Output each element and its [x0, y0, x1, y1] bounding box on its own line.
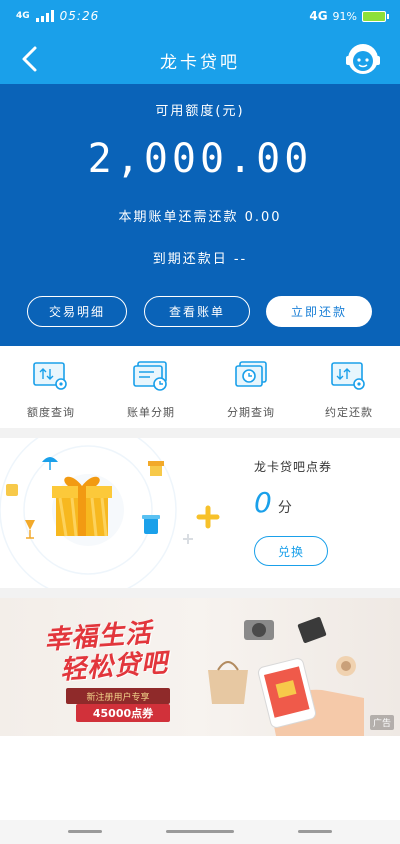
- coupon-title: 龙卡贷吧点券: [254, 460, 333, 474]
- quick-menu-label: 约定还款: [325, 406, 373, 419]
- battery-icon: [362, 10, 389, 22]
- status-bar: 4G 05:26 4G 91%: [0, 0, 400, 34]
- quick-menu-label: 分期查询: [227, 406, 275, 419]
- repay-now-button[interactable]: 立即还款: [266, 296, 372, 327]
- status-left: 4G 05:26: [16, 9, 99, 23]
- system-nav-bar: [0, 820, 400, 844]
- banner-tag-line2: 45000点券: [76, 704, 170, 722]
- quick-menu-label: 额度查询: [27, 406, 75, 419]
- due-amount-text: 本期账单还需还款 0.00: [118, 210, 282, 225]
- points-display: 0 分: [254, 486, 292, 519]
- scheduled-repay-icon: [331, 362, 365, 390]
- quick-menu-item-quota[interactable]: 额度查询: [6, 360, 96, 420]
- quick-menu-item-scheduled-repay[interactable]: 约定还款: [304, 360, 394, 420]
- credit-amount: 2,000.00: [87, 136, 313, 182]
- network-type-small: 4G: [16, 11, 30, 21]
- status-right: 4G 91%: [309, 9, 389, 23]
- points-unit: 分: [277, 500, 292, 516]
- coupon-section: 龙卡贷吧点券 0 分 兑换: [0, 438, 400, 588]
- blank-area: [0, 736, 400, 820]
- ad-badge: 广告: [369, 715, 394, 730]
- quick-menu-label: 账单分期: [127, 406, 175, 419]
- banner-title-line2: 轻松贷吧: [59, 648, 170, 686]
- quota-query-icon: [33, 362, 67, 390]
- nav-menu-icon[interactable]: [68, 830, 102, 833]
- quick-menu-item-bill-installment[interactable]: 账单分期: [106, 360, 196, 420]
- transaction-details-button[interactable]: 交易明细: [27, 296, 127, 327]
- bill-installment-icon: [133, 361, 167, 391]
- customer-service-icon[interactable]: [344, 40, 382, 78]
- view-bill-button[interactable]: 查看账单: [144, 296, 250, 327]
- battery-percent: 91%: [332, 9, 357, 23]
- app-header: 龙卡贷吧: [0, 34, 400, 84]
- quick-menu: 额度查询 账单分期 分期查询 约定还款: [0, 346, 400, 428]
- credit-label: 可用额度(元): [155, 104, 245, 119]
- signal-icon: [35, 10, 54, 22]
- promo-banner[interactable]: 幸福生活 轻松贷吧 新注册用户专享 45000点券 广告: [0, 598, 400, 736]
- points-value: 0: [254, 486, 272, 519]
- redeem-button[interactable]: 兑换: [254, 536, 328, 566]
- repay-date-text: 到期还款日 --: [152, 252, 248, 267]
- gift-illustration: [0, 438, 220, 588]
- installment-query-icon: [235, 361, 267, 387]
- banner-tag-line1: 新注册用户专享: [66, 688, 170, 704]
- page-title: 龙卡贷吧: [160, 53, 240, 73]
- status-time: 05:26: [59, 9, 100, 23]
- nav-back-icon[interactable]: [298, 830, 332, 833]
- credit-panel: 可用额度(元) 2,000.00 本期账单还需还款 0.00 到期还款日 -- …: [0, 84, 400, 346]
- quick-menu-item-installment-query[interactable]: 分期查询: [206, 360, 296, 420]
- nav-home-icon[interactable]: [166, 830, 234, 833]
- network-type: 4G: [309, 9, 328, 23]
